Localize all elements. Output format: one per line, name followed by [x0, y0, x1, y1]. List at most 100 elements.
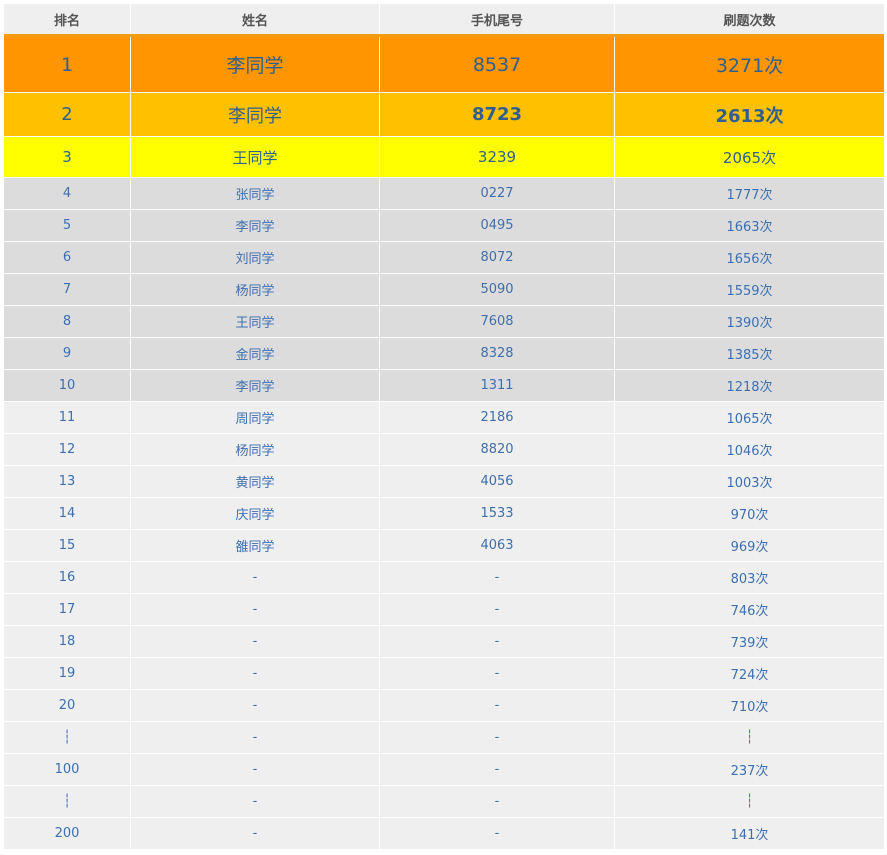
column-header-name[interactable]: 姓名	[131, 4, 380, 34]
name-cell: -	[131, 818, 380, 849]
light-rows-group: 11 周同学 2186 1065次 12 杨同学 8820 1046次 13 黄同学 4056 100…	[4, 402, 884, 850]
name-cell: 金同学	[131, 338, 380, 369]
count-cell: 237次	[730, 764, 769, 779]
rank-cell: 10	[4, 370, 131, 401]
count-cell: 141次	[730, 828, 769, 843]
table-row-rank-2: 2 李同学 8723 2613次	[4, 93, 884, 137]
rank-cell: 2	[4, 93, 131, 136]
phone-cell: 8328	[380, 338, 615, 369]
name-cell: 李同学	[131, 210, 380, 241]
phone-cell: -	[380, 818, 615, 849]
rank-cell: 5	[4, 210, 131, 241]
count-cell: 1046次	[726, 444, 773, 459]
table-row-rank-3: 3 王同学 3239 2065次	[4, 137, 884, 178]
table-row-rank-1: 1 李同学 8537 3271次	[4, 37, 884, 93]
table-row: 10 李同学 1311 1218次	[4, 370, 884, 402]
name-cell: 杨同学	[131, 434, 380, 465]
count-cell: 3271次	[715, 55, 784, 77]
name-cell: -	[131, 658, 380, 689]
count-cell: 1663次	[726, 220, 773, 235]
name-cell: -	[131, 594, 380, 625]
phone-cell: -	[380, 594, 615, 625]
table-row: ┆ - - ┆	[4, 786, 884, 818]
table-row: 18- -739次	[4, 626, 884, 658]
table-row: ┆ - - ┆	[4, 722, 884, 754]
rank-cell: 4	[4, 178, 131, 209]
name-cell: -	[131, 786, 380, 817]
rank-cell: 15	[4, 530, 131, 561]
phone-cell: 8072	[380, 242, 615, 273]
rank-cell: 200	[4, 818, 131, 849]
rank-cell: 9	[4, 338, 131, 369]
rank-cell: 14	[4, 498, 131, 529]
table-row: 13 黄同学 4056 1003次	[4, 466, 884, 498]
count-cell: 969次	[730, 540, 769, 555]
rank-cell: 19	[4, 658, 131, 689]
count-cell: 1390次	[726, 316, 773, 331]
rank-cell: 20	[4, 690, 131, 721]
phone-cell: 7608	[380, 306, 615, 337]
phone-cell: 4063	[380, 530, 615, 561]
rank-cell: 3	[4, 137, 131, 177]
rank-cell: ┆	[4, 722, 131, 753]
count-cell: 1777次	[726, 188, 773, 203]
count-cell: 1385次	[726, 348, 773, 363]
phone-cell: -	[380, 754, 615, 785]
phone-cell: 1311	[380, 370, 615, 401]
count-cell: 2613次	[715, 105, 784, 127]
phone-cell: -	[380, 562, 615, 593]
rank-cell: 11	[4, 402, 131, 433]
grey-rows-group: 4 张同学 0227 1777次 5 李同学 0495 1663次 6 刘同学 8072 1656次 7…	[4, 178, 884, 402]
rank-cell: 16	[4, 562, 131, 593]
phone-cell: 5090	[380, 274, 615, 305]
rank-cell: ┆	[4, 786, 131, 817]
table-row: 5 李同学 0495 1663次	[4, 210, 884, 242]
count-cell: 1218次	[726, 380, 773, 395]
phone-cell: -	[380, 722, 615, 753]
table-row: 17- -746次	[4, 594, 884, 626]
rank-cell: 100	[4, 754, 131, 785]
rank-cell: 12	[4, 434, 131, 465]
name-cell: -	[131, 690, 380, 721]
count-cell: 1003次	[726, 476, 773, 491]
name-cell: -	[131, 626, 380, 657]
table-row: 7 杨同学 5090 1559次	[4, 274, 884, 306]
table-header: 排名 姓名 手机尾号 刷题次数	[4, 4, 884, 37]
table-row: 6 刘同学 8072 1656次	[4, 242, 884, 274]
name-cell: 杨同学	[131, 274, 380, 305]
table-row: 14 庆同学 1533 970次	[4, 498, 884, 530]
table-row: 9 金同学 8328 1385次	[4, 338, 884, 370]
count-cell: 2065次	[722, 148, 777, 167]
phone-cell: 8820	[380, 434, 615, 465]
leaderboard-table: 排名 姓名 手机尾号 刷题次数 1 李同学 8537 3271次 2 李同学 8…	[4, 4, 884, 850]
rank-cell: 13	[4, 466, 131, 497]
table-row: 8 王同学 7608 1390次	[4, 306, 884, 338]
table-row: 12 杨同学 8820 1046次	[4, 434, 884, 466]
table-row: 16- -803次	[4, 562, 884, 594]
name-cell: 李同学	[131, 93, 380, 136]
name-cell: 王同学	[131, 306, 380, 337]
column-header-phone[interactable]: 手机尾号	[380, 4, 615, 34]
phone-cell: 8537	[380, 37, 615, 92]
name-cell: 张同学	[131, 178, 380, 209]
phone-cell: -	[380, 786, 615, 817]
phone-cell: 0227	[380, 178, 615, 209]
column-header-rank[interactable]: 排名	[4, 4, 131, 34]
table-row: 200- -141次	[4, 818, 884, 850]
column-header-count[interactable]: 刷题次数	[615, 4, 884, 34]
name-cell: -	[131, 722, 380, 753]
name-cell: 雒同学	[131, 530, 380, 561]
count-cell: ┆	[745, 794, 754, 809]
name-cell: 刘同学	[131, 242, 380, 273]
rank-cell: 17	[4, 594, 131, 625]
phone-cell: 8723	[380, 93, 615, 136]
rank-cell: 7	[4, 274, 131, 305]
phone-cell: -	[380, 690, 615, 721]
rank-cell: 6	[4, 242, 131, 273]
count-cell: 746次	[730, 604, 769, 619]
phone-cell: -	[380, 658, 615, 689]
count-cell: 803次	[730, 572, 769, 587]
table-row: 11 周同学 2186 1065次	[4, 402, 884, 434]
phone-cell: 0495	[380, 210, 615, 241]
name-cell: 王同学	[131, 137, 380, 177]
